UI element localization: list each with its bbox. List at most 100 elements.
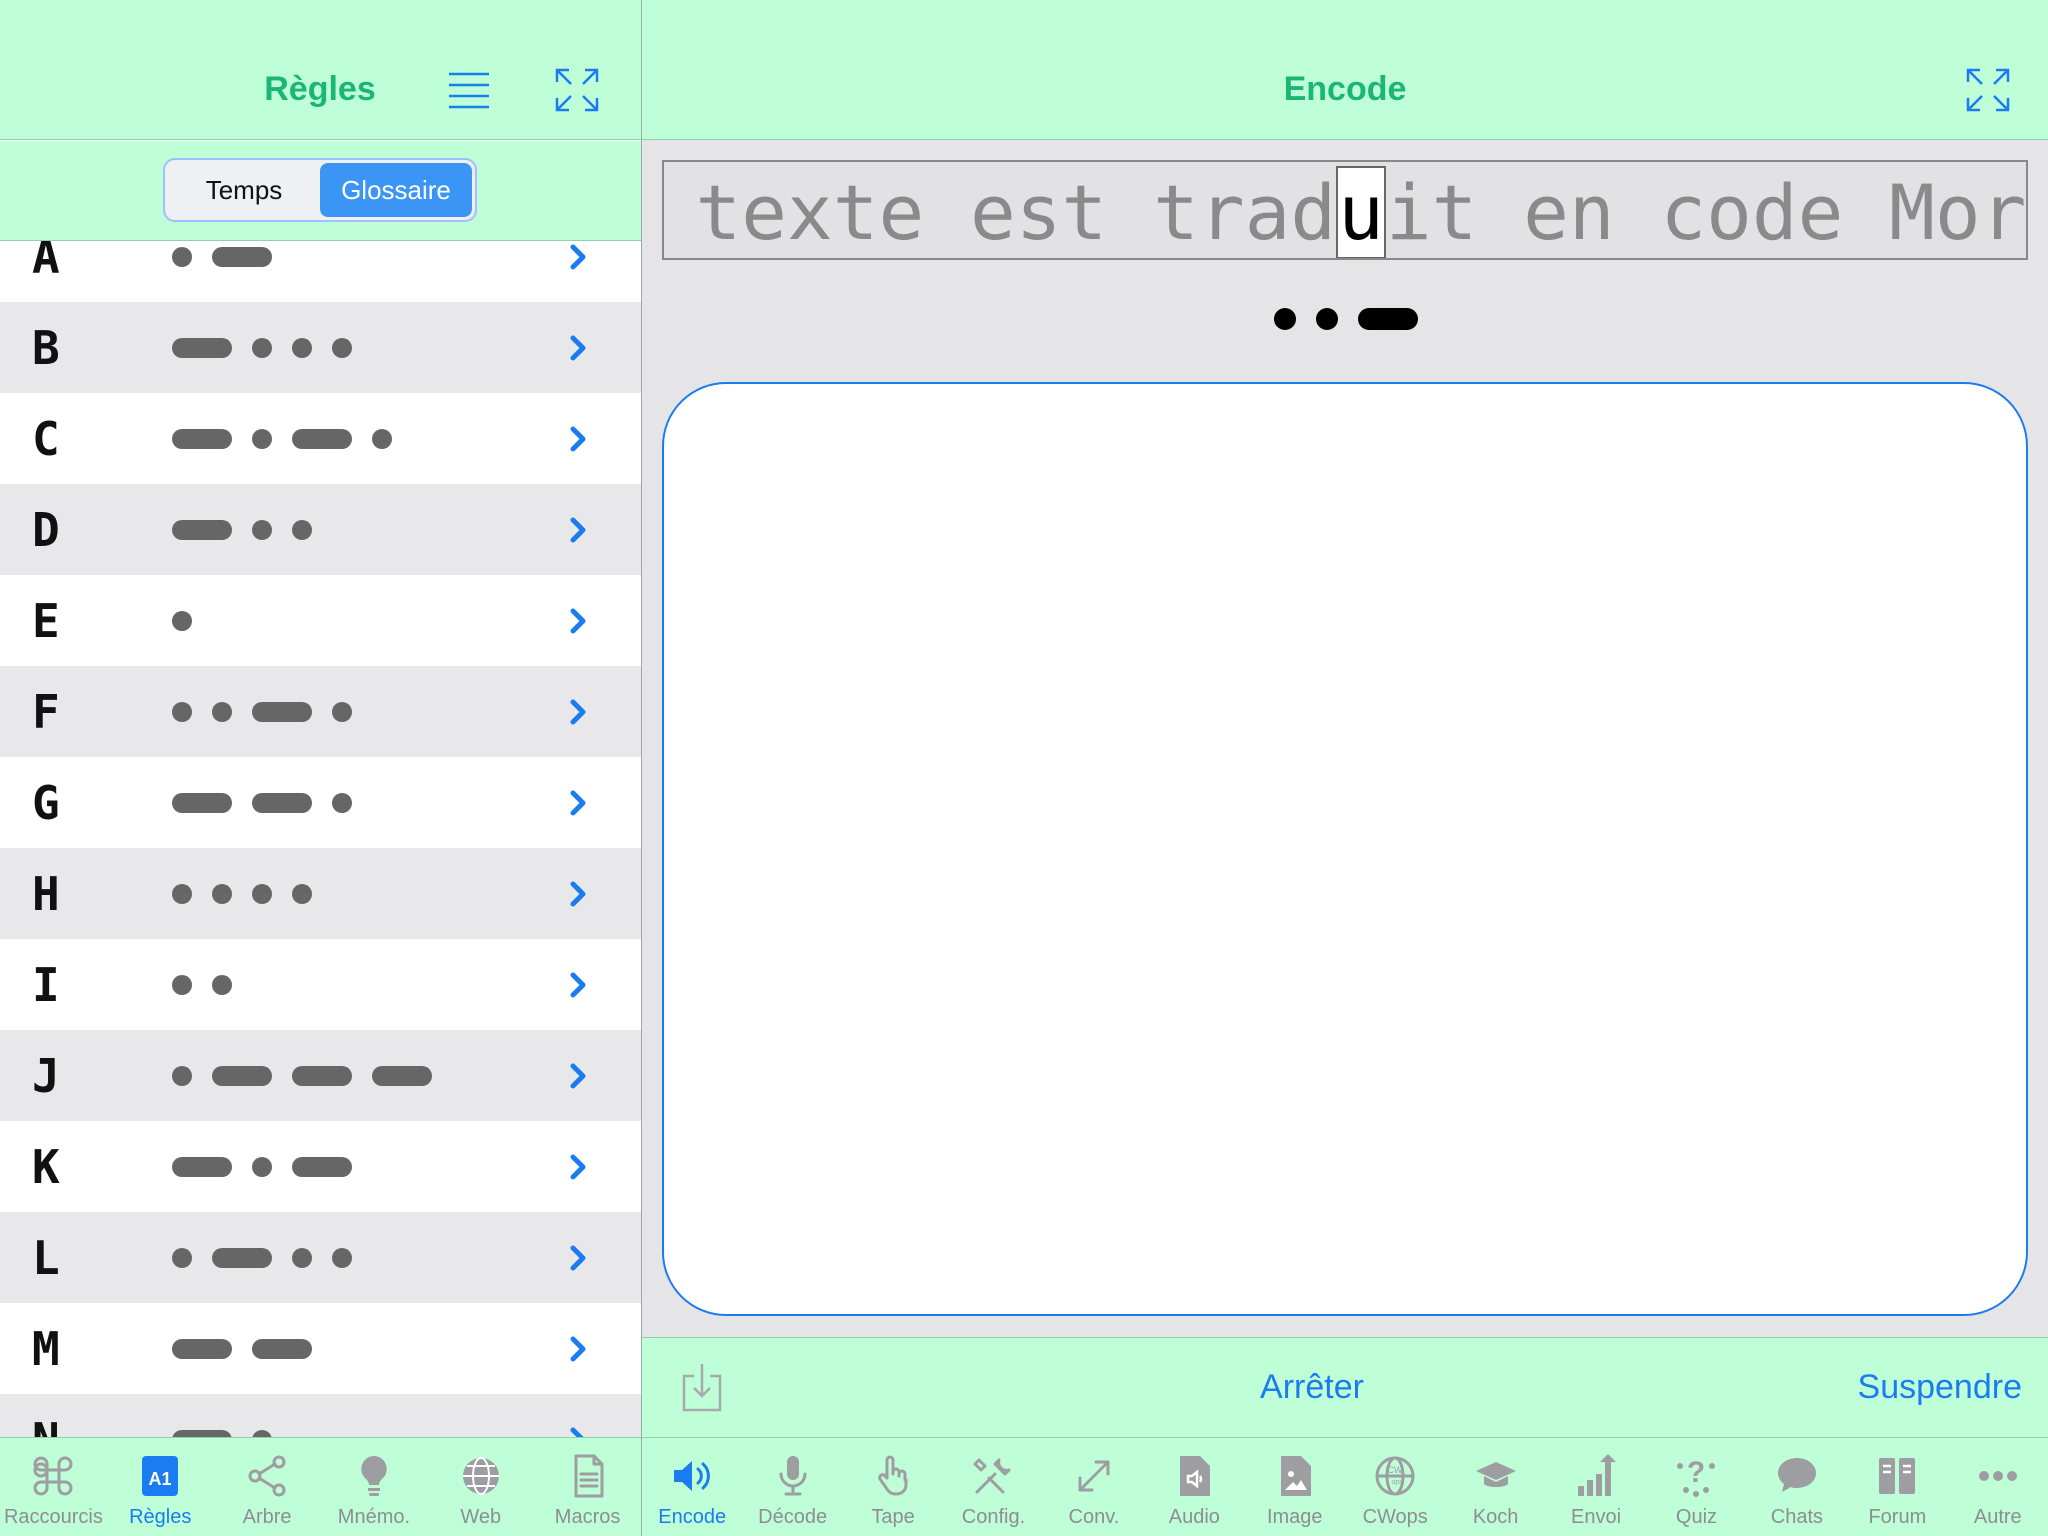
right-tab-bar: Encode Décode Tape Config. Conv. Audio Image CW… [642,1437,2048,1536]
segment-temps[interactable]: Temps [168,163,320,217]
chevron-right-icon[interactable] [568,878,590,910]
morse-dot [332,1247,352,1268]
rule-letter: N [32,1413,60,1438]
output-area[interactable] [662,382,2028,1316]
rule-morse-code [172,792,352,813]
chevron-right-icon[interactable] [568,241,590,273]
morse-dash [172,792,232,813]
rule-letter: M [32,1321,60,1376]
audio-file-icon [1180,1456,1211,1496]
tab-label: Forum [1868,1506,1927,1528]
rule-letter: E [32,593,60,648]
morse-dash [172,1338,232,1359]
expand-icon[interactable] [553,66,601,114]
rule-row-n[interactable]: N [0,1394,641,1437]
chevron-right-icon[interactable] [568,1151,590,1183]
tab-label: Décode [758,1506,828,1528]
stop-button[interactable]: Arrêter [1232,1368,1392,1407]
tab-image[interactable]: Image [1245,1438,1345,1536]
tab-conv[interactable]: Conv. [1044,1438,1144,1536]
rules-pane: Règles Temps Glossaire ABCDEFGHIJKLM N Ra… [0,0,641,1536]
command-icon [33,1456,73,1496]
tools-icon [973,1458,1011,1494]
tab-envoi[interactable]: Envoi [1546,1438,1646,1536]
tab-koch[interactable]: Koch [1445,1438,1545,1536]
tab-config[interactable]: Config. [943,1438,1043,1536]
action-bar: Arrêter Suspendre [642,1337,2048,1437]
morse-dot [292,1247,312,1268]
chevron-right-icon[interactable] [568,605,590,637]
chevron-right-icon[interactable] [568,1424,590,1438]
encoded-text: e texte est traduit en code Morse [664,166,2026,258]
pause-button[interactable]: Suspendre [1822,1368,2022,1407]
tab-quiz[interactable]: ? Quiz [1646,1438,1746,1536]
download-icon[interactable] [680,1362,724,1414]
tab-label: Raccourcis [3,1506,103,1528]
menu-lines-icon[interactable] [445,66,493,114]
morse-dot [252,1156,272,1177]
rule-row-b[interactable]: B [0,302,641,393]
rule-row-e[interactable]: E [0,575,641,666]
chevron-right-icon[interactable] [568,1333,590,1365]
rules-list[interactable]: ABCDEFGHIJKLM N [0,241,641,1437]
rule-row-c[interactable]: C [0,393,641,484]
tab-raccourcis[interactable]: Raccourcis [0,1438,107,1536]
rule-row-k[interactable]: K [0,1121,641,1212]
encode-title: Encode [1283,70,1407,108]
rule-row-m[interactable]: M [0,1303,641,1394]
rule-row-g[interactable]: G [0,757,641,848]
expand-icon[interactable] [1964,66,2012,114]
morse-dot [292,883,312,904]
tab-autre[interactable]: Autre [1948,1438,2048,1536]
chevron-right-icon[interactable] [568,1060,590,1092]
tab-forum[interactable]: Forum [1847,1438,1947,1536]
current-character: u [1336,166,1386,258]
chevron-right-icon[interactable] [568,423,590,455]
rule-letter: A [32,241,60,284]
tab-tape[interactable]: Tape [843,1438,943,1536]
tab-label: Conv. [1068,1506,1120,1528]
segment-bar: Temps Glossaire [0,141,641,241]
tab-arbre[interactable]: Arbre [214,1438,321,1536]
chevron-right-icon[interactable] [568,787,590,819]
svg-text:?: ? [1687,1456,1705,1489]
forum-icon [1879,1458,1916,1494]
morse-dot [212,883,232,904]
rule-row-l[interactable]: L [0,1212,641,1303]
tab-règles[interactable]: A1 Règles [107,1438,214,1536]
rule-row-a[interactable]: A [0,241,641,302]
rule-row-f[interactable]: F [0,666,641,757]
tab-décode[interactable]: Décode [742,1438,842,1536]
rule-row-d[interactable]: D [0,484,641,575]
tab-label: Koch [1472,1506,1519,1528]
chat-bubble-icon [1777,1458,1816,1492]
chevron-right-icon[interactable] [568,332,590,364]
chevron-right-icon[interactable] [568,1242,590,1274]
chevron-right-icon[interactable] [568,696,590,728]
tab-web[interactable]: Web [427,1438,534,1536]
tab-audio[interactable]: Audio [1144,1438,1244,1536]
rule-letter: H [32,866,60,921]
rule-row-j[interactable]: J [0,1030,641,1121]
segment-glossaire[interactable]: Glossaire [320,163,472,217]
tab-mnémo[interactable]: Mnémo. [321,1438,428,1536]
morse-dot [212,974,232,995]
tab-cwops[interactable]: CW ops CWops [1345,1438,1445,1536]
tab-macros[interactable]: Macros [534,1438,641,1536]
chevron-right-icon[interactable] [568,514,590,546]
morse-dash [172,428,232,449]
morse-dot [172,883,192,904]
rule-morse-code [172,883,312,904]
rule-row-h[interactable]: H [0,848,641,939]
tab-label: Encode [658,1506,727,1528]
tab-label: Macros [554,1506,621,1528]
rule-morse-code [172,1429,272,1437]
tab-encode[interactable]: Encode [642,1438,742,1536]
tab-chats[interactable]: Chats [1747,1438,1847,1536]
chevron-right-icon[interactable] [568,969,590,1001]
morse-dot [372,428,392,449]
rule-letter: J [32,1048,60,1103]
tab-label: Web [460,1506,502,1528]
lightbulb-icon [361,1456,387,1496]
rule-row-i[interactable]: I [0,939,641,1030]
